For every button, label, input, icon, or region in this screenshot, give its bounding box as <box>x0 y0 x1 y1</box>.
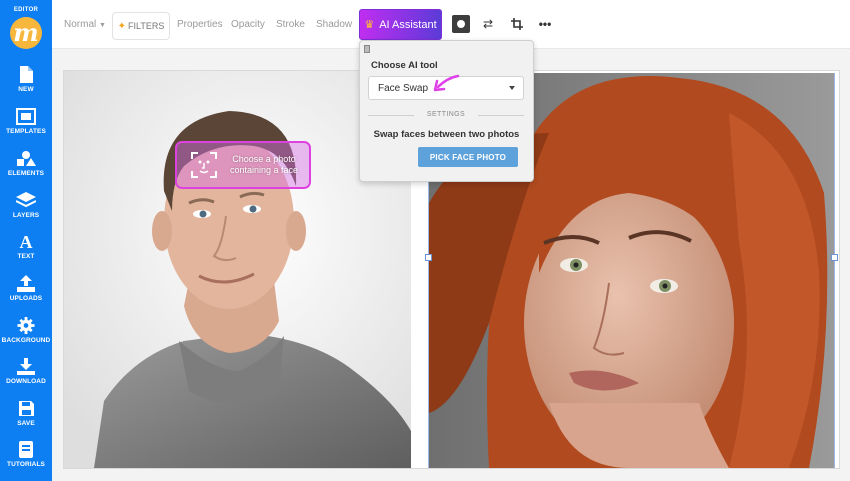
sidebar-item-download[interactable]: DOWNLOAD <box>0 358 52 398</box>
sidebar-item-layers[interactable]: LAYERS <box>0 192 52 232</box>
layers-icon <box>16 192 36 208</box>
sidebar-item-label: DOWNLOAD <box>6 378 46 385</box>
sidebar-item-label: ELEMENTS <box>7 170 45 177</box>
app-logo[interactable]: m <box>10 17 42 49</box>
sidebar: EDITOR m NEW TEMPLATES ELEMENTS LAYERS A… <box>0 0 52 481</box>
sidebar-item-text[interactable]: A TEXT <box>0 233 52 273</box>
sidebar-item-tutorials[interactable]: TUTORIALS <box>0 441 52 481</box>
crop-icon[interactable] <box>508 15 526 33</box>
face-hint-text: Choose a photo containing a face <box>229 154 299 175</box>
sidebar-item-label: LAYERS <box>12 212 40 219</box>
elements-icon <box>17 151 36 166</box>
panel-icon <box>364 45 370 53</box>
properties-button[interactable]: Properties <box>177 19 223 30</box>
sidebar-item-label: SAVE <box>17 420 35 427</box>
sidebar-item-label: BACKGROUND <box>1 337 51 344</box>
face-scan-icon <box>191 152 217 178</box>
annotation-arrow-icon <box>433 74 460 92</box>
download-icon <box>17 358 35 375</box>
sidebar-item-label: NEW <box>18 86 34 93</box>
sidebar-item-label: TUTORIALS <box>7 461 45 468</box>
pick-face-photo-button[interactable]: PICK FACE PHOTO <box>418 147 518 167</box>
sidebar-item-label: TEXT <box>17 253 35 260</box>
save-icon <box>18 401 34 416</box>
chevron-down-icon: ▼ <box>99 22 106 29</box>
resize-handle-right[interactable] <box>831 254 838 261</box>
sidebar-item-save[interactable]: SAVE <box>0 400 52 440</box>
file-icon <box>20 66 33 83</box>
svg-text:A: A <box>20 233 33 250</box>
opacity-button[interactable]: Opacity <box>231 19 265 30</box>
sidebar-item-elements[interactable]: ELEMENTS <box>0 150 52 190</box>
ai-assistant-popup: Choose AI tool Face Swap SETTINGS Swap f… <box>359 40 534 182</box>
sparkle-icon: ✦ <box>117 20 127 32</box>
templates-icon <box>16 108 36 125</box>
text-icon: A <box>20 233 33 250</box>
sidebar-item-new[interactable]: NEW <box>0 66 52 106</box>
book-icon <box>19 441 33 458</box>
resize-handle-left[interactable] <box>425 254 432 261</box>
blend-mode-dropdown[interactable]: Normal ▼ <box>64 19 106 30</box>
shadow-button[interactable]: Shadow <box>316 19 352 30</box>
swap-icon[interactable]: ⇄ <box>479 15 497 33</box>
logo-letter: m <box>13 18 39 47</box>
filters-label: FILTERS <box>128 21 165 31</box>
selection-border <box>834 73 835 468</box>
face-hint-overlay[interactable]: Choose a photo containing a face <box>175 141 311 189</box>
more-icon[interactable]: ••• <box>536 15 554 33</box>
editor-label: EDITOR <box>13 7 39 13</box>
gear-icon <box>17 317 35 334</box>
crown-icon: ♛ <box>364 19 375 31</box>
ai-assistant-label: AI Assistant <box>379 18 437 31</box>
sidebar-item-uploads[interactable]: UPLOADS <box>0 275 52 315</box>
ai-tool-selected: Face Swap <box>378 83 429 94</box>
tool-description: Swap faces between two photos <box>373 129 520 140</box>
sidebar-item-label: TEMPLATES <box>6 128 46 135</box>
upload-icon <box>17 275 35 292</box>
sidebar-item-label: UPLOADS <box>9 295 43 302</box>
stroke-button[interactable]: Stroke <box>276 19 305 30</box>
filters-button[interactable]: ✦ FILTERS <box>112 12 170 40</box>
caret-down-icon <box>509 86 515 90</box>
sidebar-item-templates[interactable]: TEMPLATES <box>0 108 52 148</box>
circle-icon[interactable] <box>452 15 470 33</box>
blend-mode-value: Normal <box>64 19 97 30</box>
settings-divider: SETTINGS <box>368 111 524 121</box>
popup-title: Choose AI tool <box>371 60 438 71</box>
ai-assistant-button[interactable]: ♛ AI Assistant <box>359 9 442 40</box>
sidebar-item-background[interactable]: BACKGROUND <box>0 317 52 357</box>
